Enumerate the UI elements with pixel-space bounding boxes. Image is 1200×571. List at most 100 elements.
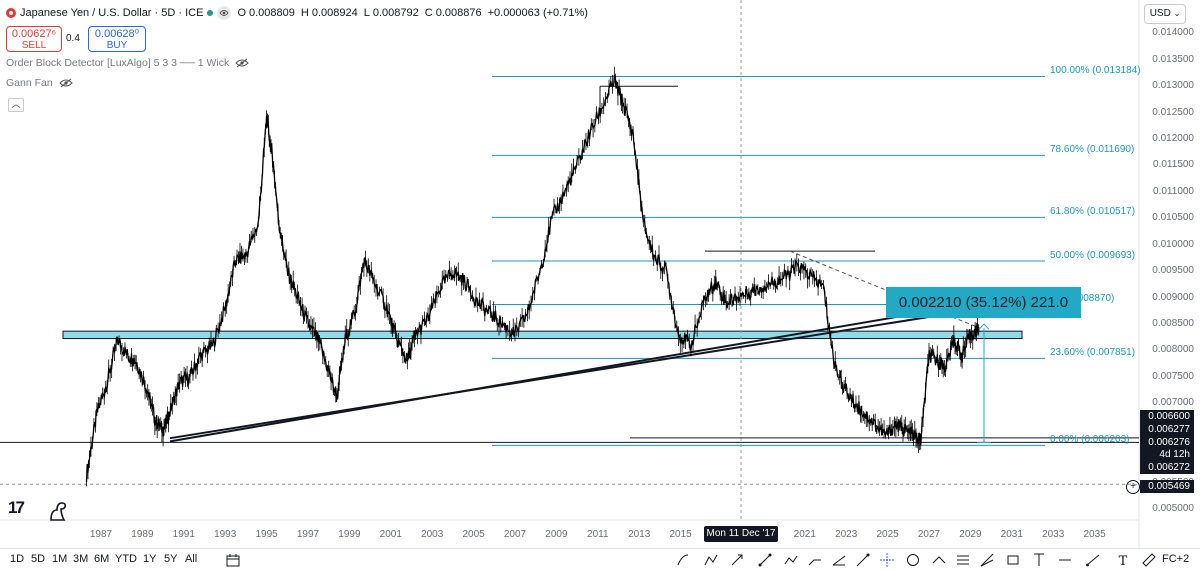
timeframe-button[interactable]: YTD [115,553,137,565]
price-tick-label: 0.007000 [1152,397,1194,409]
time-tick-label: 1997 [296,529,320,540]
trend-line-icon[interactable] [758,553,772,567]
spread-value: 0.4 [66,33,80,44]
time-tick-label: 1999 [338,529,361,540]
timeframe-button[interactable]: 5Y [164,553,177,565]
forecast-icon[interactable] [808,553,822,567]
hidden-eye-icon[interactable] [58,78,73,88]
sell-price: 0.00627⁶ [11,28,57,40]
ohlc-open-value: 0.008809 [249,7,295,19]
collapse-chevron-icon[interactable]: ︿ [8,98,24,112]
price-tick-label: 0.012000 [1152,133,1194,145]
time-tick-label: 2011 [587,529,609,540]
indicator-gann-fan[interactable]: Gann Fan [6,77,73,89]
time-tick-label: 2001 [379,529,402,540]
ohlc-close-label: C [424,7,433,19]
sell-button[interactable]: 0.00627⁶ SELL [6,26,62,52]
chart-plot-area[interactable] [0,0,1200,548]
ohlc-low-label: L [363,7,370,19]
fib-level-label: 78.60% (0.011690) [1050,144,1135,156]
eye-icon[interactable] [217,6,232,20]
time-tick-label: 1993 [214,529,237,540]
chevron-down-icon: ⌄ [1173,9,1181,18]
vertical-line-icon[interactable] [1032,553,1046,567]
ray-tool-icon[interactable] [1086,553,1100,567]
price-tag: 0.006277 [1140,423,1194,436]
timeframe-button[interactable]: 3M [73,553,88,565]
currency-label: USD [1149,8,1171,19]
circle-tool-icon[interactable] [906,553,920,567]
fib-level-label: 0.00% (0.006203) [1050,434,1130,446]
indicator-order-block[interactable]: Order Block Detector [LuxAlgo] 5 3 3 ── … [6,57,249,69]
pitchfork-icon[interactable] [856,553,870,567]
measure-tool-icon[interactable] [932,553,946,567]
add-plus-icon[interactable]: + [1126,480,1140,494]
crosshair-icon[interactable] [880,553,894,567]
currency-button[interactable]: USD ⌄ [1144,4,1186,24]
rectangle-tool-icon[interactable] [1006,553,1020,567]
price-tag: 0.005469 [1140,480,1194,493]
timeframe-button[interactable]: All [185,553,197,565]
price-tag: 0.006272 [1140,461,1194,474]
ohlc-open-label: O [237,7,246,19]
time-tick-label: 2025 [876,529,899,540]
tradingview-logo-icon: 17 [8,498,25,517]
fib-tool-icon[interactable] [956,553,970,567]
price-tick-label: 0.009000 [1152,291,1194,303]
time-tick-label: 2029 [959,529,982,540]
text-tool-icon[interactable]: T [1116,553,1130,567]
time-tick-label: 2005 [462,529,485,540]
price-tick-label: 0.010500 [1152,212,1194,224]
crosshair-time-label: Mon 11 Dec '17 [704,526,778,542]
time-tick-label: 2033 [1042,529,1065,540]
horizontal-line-icon[interactable] [1058,553,1072,567]
ohlc-change-value: +0.000063 (+0.71%) [487,7,588,19]
date-range-icon[interactable] [226,553,240,567]
fib-level-label: 23.60% (0.007851) [1050,347,1136,359]
timeframe-button[interactable]: 6M [94,553,109,565]
price-tick-label: 0.007500 [1152,370,1194,382]
brush-icon[interactable] [676,553,690,567]
time-tick-label: 2027 [917,529,941,540]
time-tick-label: 2015 [669,529,692,540]
gann-tool-icon[interactable] [980,553,994,567]
buy-price: 0.00628⁰ [94,28,140,40]
symbol-title: Japanese Yen / U.S. Dollar · 5D · ICE [20,7,204,19]
symbol-legend[interactable]: Japanese Yen / U.S. Dollar · 5D · ICE O0… [6,5,594,21]
indicator-order-block-label: Order Block Detector [LuxAlgo] 5 3 3 ── … [6,57,230,69]
more-tools-label[interactable]: FC+2 [1162,553,1189,565]
timeframe-button[interactable]: 1D [10,553,24,565]
path-tool-icon[interactable] [784,553,798,567]
sell-label: SELL [21,40,47,51]
time-tick-label: 2031 [1000,529,1023,540]
price-tag: 4d 12h [1140,448,1194,461]
symbol-flag-icon [6,8,16,18]
projection-icon[interactable] [832,553,846,567]
arrow-tool-icon[interactable] [730,553,744,567]
indicator-gann-fan-label: Gann Fan [6,77,53,89]
hidden-eye-icon[interactable] [235,58,249,68]
timeframe-button[interactable]: 5D [31,553,45,565]
dino-icon [50,502,66,521]
abc-pattern-icon[interactable] [704,553,718,567]
timeframe-button[interactable]: 1M [52,553,67,565]
time-tick-label: 2013 [628,529,651,540]
time-tick-label: 1991 [172,529,195,540]
svg-text:T: T [1119,554,1128,567]
timeframe-button[interactable]: 1Y [143,553,156,565]
market-status-dot-icon [207,10,214,16]
time-tick-label: 2021 [793,529,816,540]
price-series-line [85,74,980,483]
time-tick-label: 2007 [503,529,527,540]
buy-button[interactable]: 0.00628⁰ BUY [88,26,146,52]
price-tick-label: 0.008500 [1152,318,1194,330]
price-tick-label: 0.009500 [1152,265,1194,277]
price-tick-label: 0.013000 [1152,80,1194,92]
ruler-icon[interactable] [1142,553,1156,567]
fib-level-label: 50.00% (0.009693) [1050,249,1136,261]
price-tag: 0.006600 [1140,410,1194,423]
time-tick-label: 2003 [421,529,444,540]
time-tick-label: 1987 [89,529,113,540]
price-tick-label: 0.011000 [1153,185,1194,197]
ohlc-high-label: H [300,7,309,19]
